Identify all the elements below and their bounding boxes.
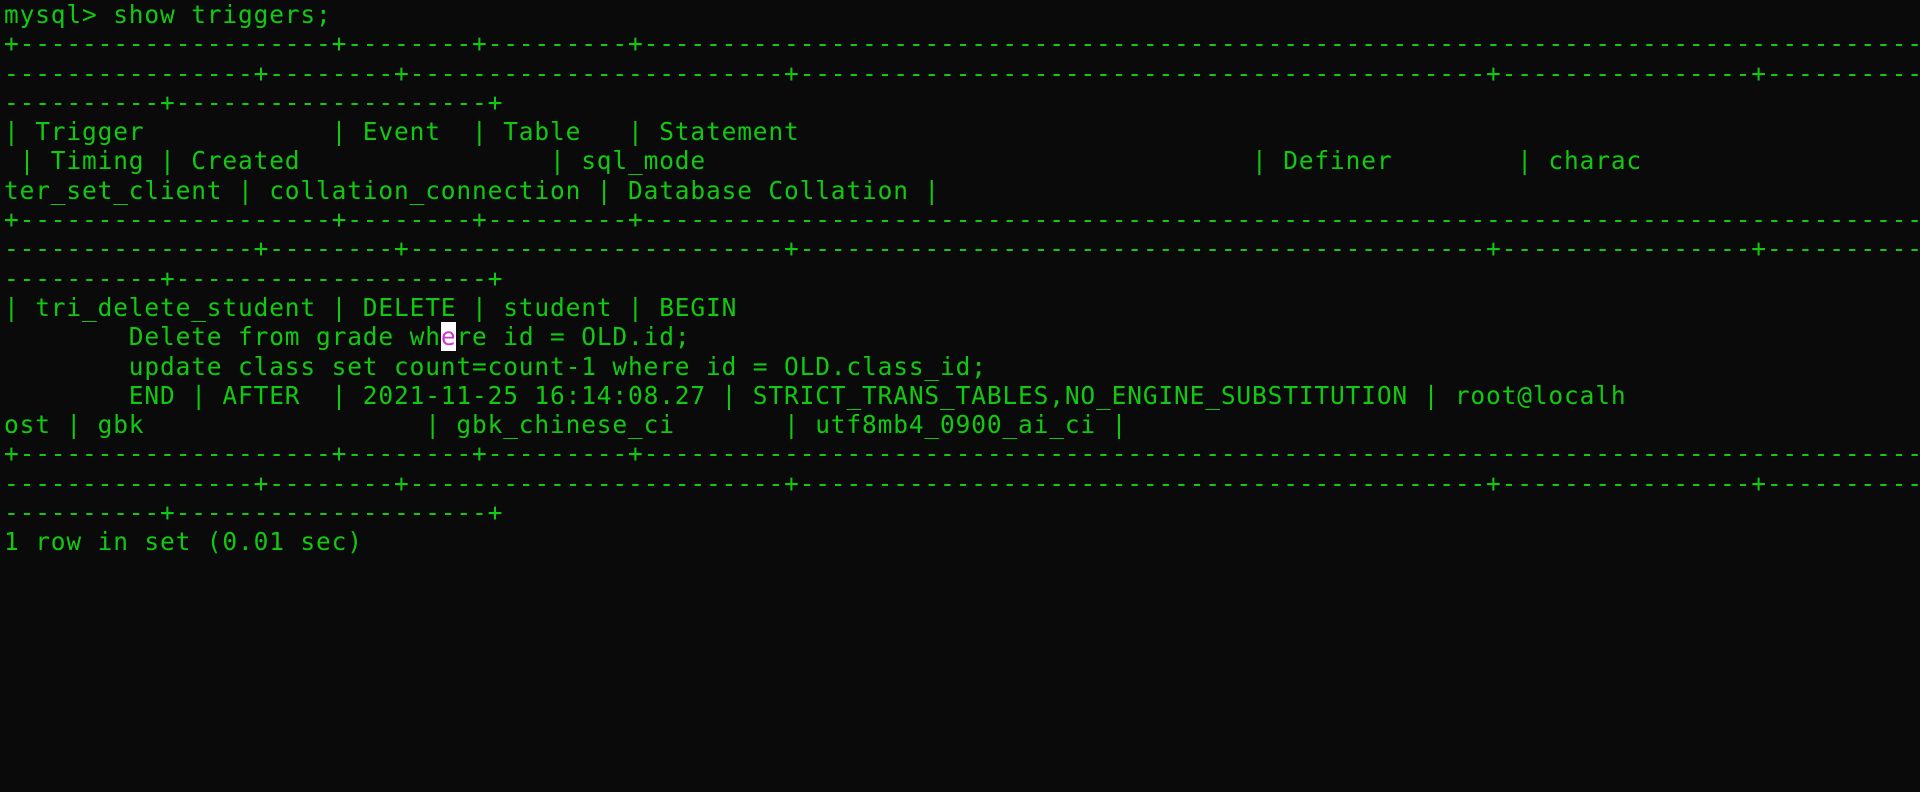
table-row: Delete from grade wh: [4, 322, 441, 351]
table-header: | Trigger | Event | Table | Statement: [4, 117, 800, 146]
table-border: ----------+--------------------+: [4, 88, 503, 117]
table-header: | Timing | Created | sql_mode | Definer …: [4, 146, 1642, 175]
table-border: ----------+--------------------+: [4, 264, 503, 293]
text-cursor-icon: e: [441, 322, 457, 351]
result-line: 1 row in set (0.01 sec): [4, 527, 363, 556]
table-row: ost | gbk | gbk_chinese_ci | utf8mb4_090…: [4, 410, 1127, 439]
table-row: update class set count=count-1 where id …: [4, 352, 987, 381]
table-border: ----------------+--------+--------------…: [4, 234, 1920, 263]
table-border: ----------------+--------+--------------…: [4, 59, 1920, 88]
table-row: re id = OLD.id;: [456, 322, 690, 351]
table-border: +--------------------+--------+---------…: [4, 439, 1920, 468]
table-border: ----------+--------------------+: [4, 498, 503, 527]
prompt-line: mysql> show triggers;: [4, 0, 332, 29]
table-border: +--------------------+--------+---------…: [4, 205, 1920, 234]
table-header: ter_set_client | collation_connection | …: [4, 176, 940, 205]
table-border: ----------------+--------+--------------…: [4, 469, 1920, 498]
mysql-terminal[interactable]: mysql> show triggers; +-----------------…: [0, 0, 1920, 557]
table-border: +--------------------+--------+---------…: [4, 29, 1920, 58]
table-row: END | AFTER | 2021-11-25 16:14:08.27 | S…: [4, 381, 1626, 410]
table-row: | tri_delete_student | DELETE | student …: [4, 293, 737, 322]
